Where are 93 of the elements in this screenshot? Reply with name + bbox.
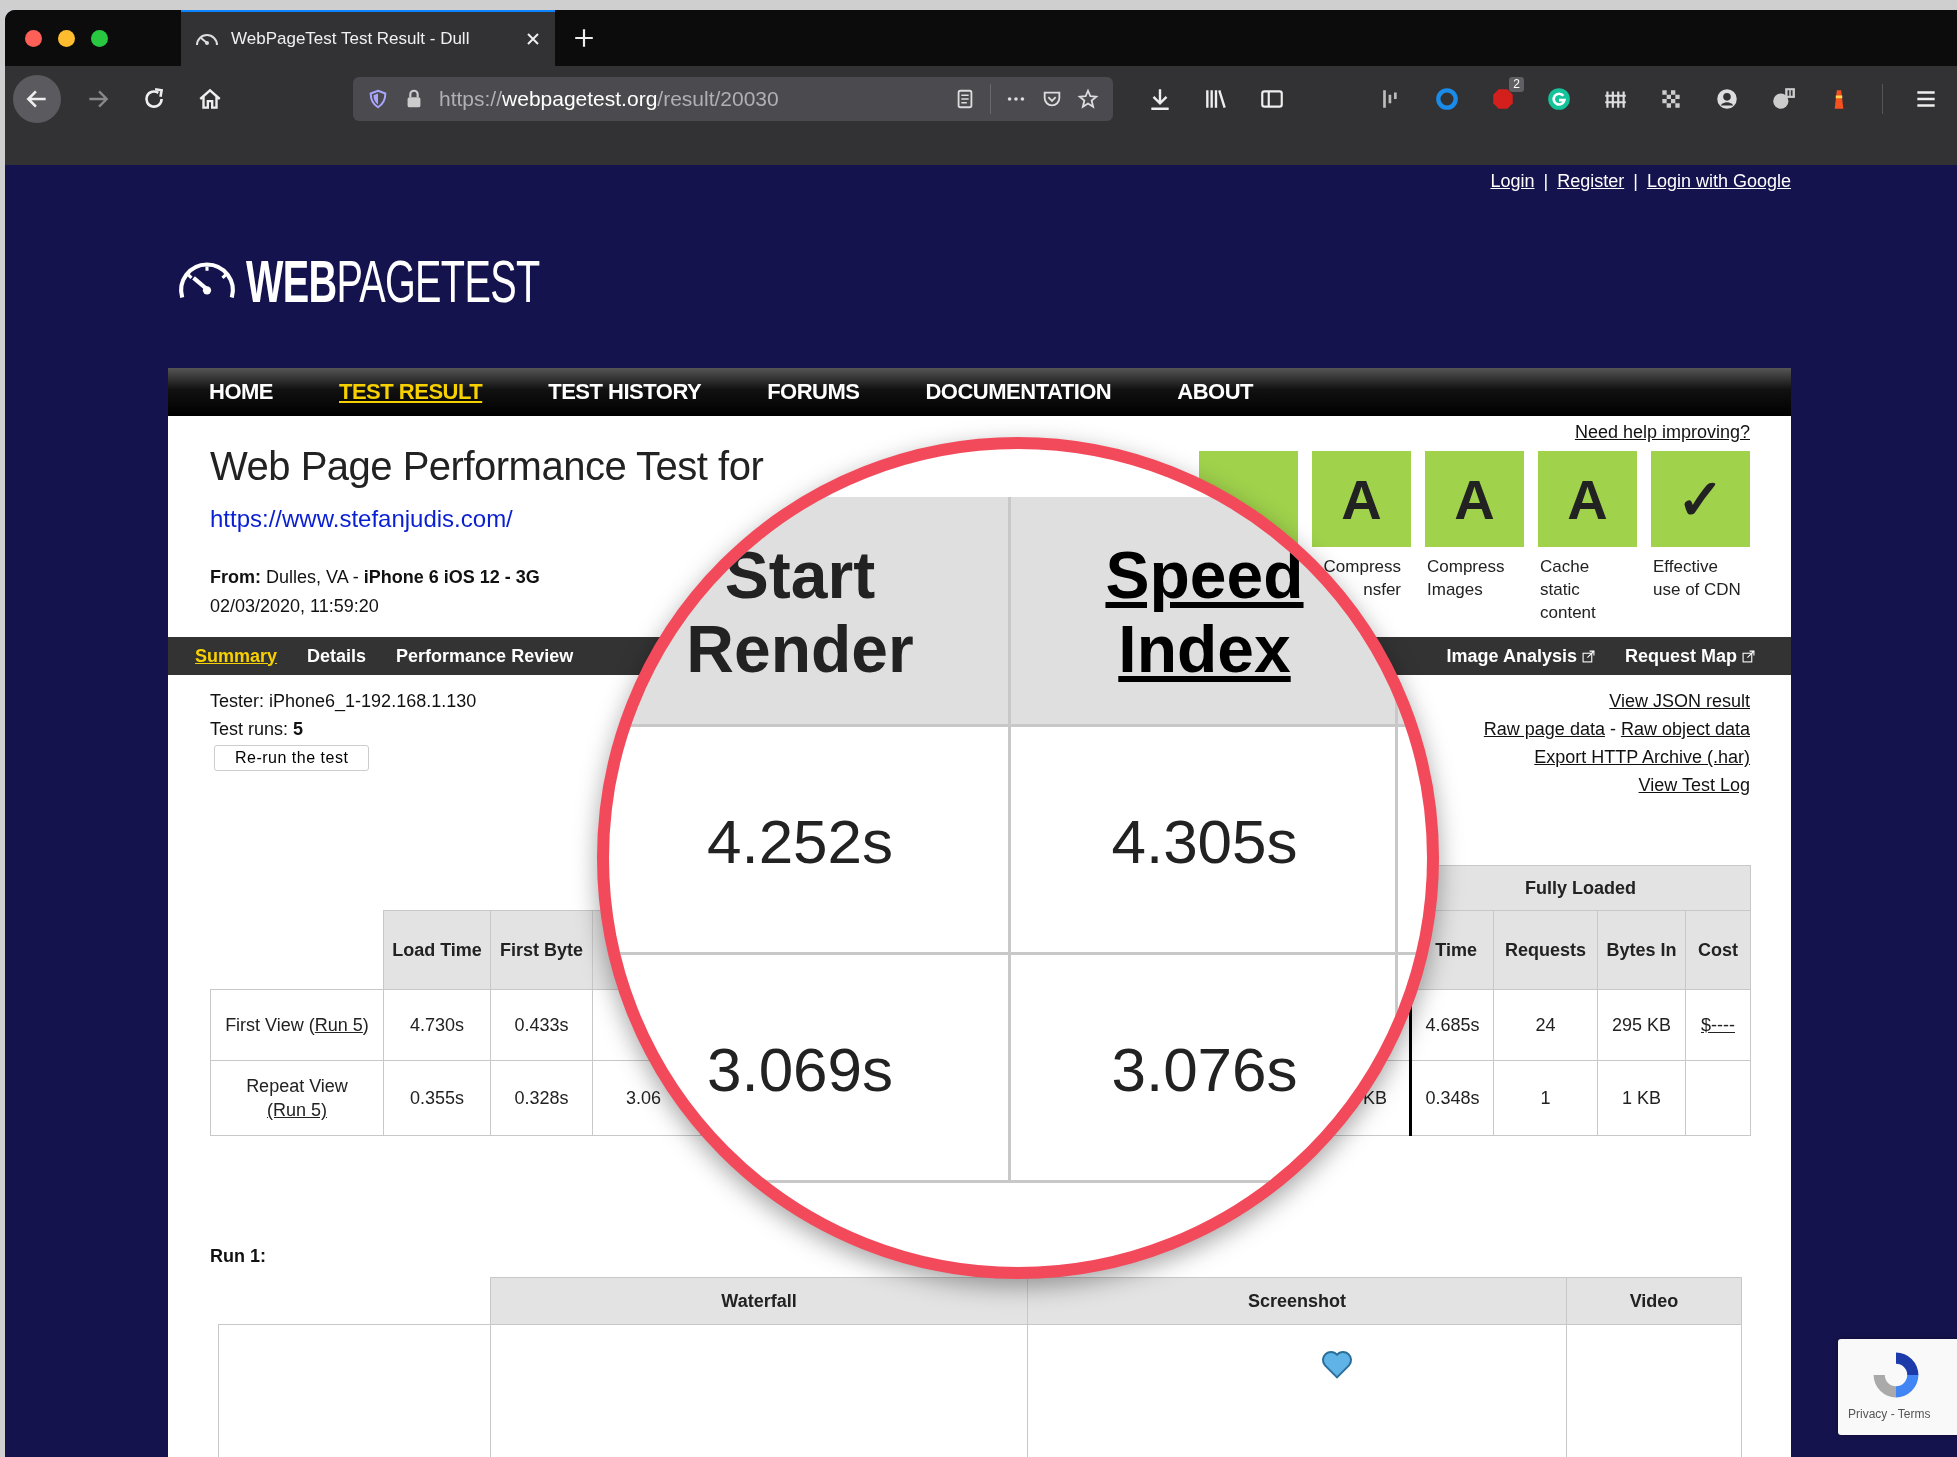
grade-label: Effective (1653, 556, 1719, 578)
sub-nav-link[interactable]: Details (307, 645, 367, 667)
magnified-column-header: Start Render (686, 538, 914, 686)
logo-text: WEBPAGETEST (246, 246, 540, 316)
result-link[interactable]: Raw object data (1620, 715, 1750, 743)
cost-link[interactable]: $---- (1701, 1014, 1735, 1035)
link-separator: | (1633, 171, 1638, 193)
run-link[interactable]: Run 5 (314, 1015, 363, 1035)
nav-link[interactable]: ABOUT (1144, 379, 1286, 405)
account-link[interactable]: Login with Google (1646, 171, 1791, 197)
grade-label: static (1540, 579, 1581, 601)
close-window-button[interactable] (25, 29, 42, 47)
column-header: Waterfall (490, 1277, 1028, 1325)
table-cell: 295 KB (1597, 989, 1686, 1061)
account-link[interactable]: Login (1490, 171, 1535, 197)
magnified-value: 4.252s (706, 805, 894, 877)
nav-link[interactable]: HOME (176, 379, 306, 405)
row-label: Repeat View (Run 5) (210, 1060, 384, 1136)
table-cell: 0.433s (490, 989, 593, 1061)
run-link[interactable]: (Run 5) (267, 1100, 327, 1120)
link-separator: - (1609, 718, 1616, 741)
grade-label: Compress (1323, 556, 1401, 578)
grade-label: Compress (1427, 556, 1506, 578)
column-header: Cost (1685, 910, 1751, 990)
nav-link[interactable]: FORUMS (734, 379, 893, 405)
address-bar[interactable]: https://webpagetest.org/result/20030 (353, 77, 1113, 121)
magnified-value: 3.076s (1111, 1033, 1298, 1105)
sub-nav-link[interactable]: Request Map (1624, 645, 1755, 667)
grade-badge[interactable]: A (1538, 451, 1637, 547)
magnified-value: 3.069s (706, 1033, 894, 1105)
grade-label: content (1540, 602, 1597, 624)
back-button[interactable] (13, 75, 61, 123)
circle-g-icon[interactable] (1546, 86, 1572, 112)
column-header: Bytes In (1597, 910, 1686, 990)
heart-icon (1321, 1349, 1353, 1379)
row-label: First View (Run 5) (210, 989, 384, 1061)
table-cell: 1 (1493, 1060, 1598, 1136)
sub-nav-link[interactable]: Performance Review (396, 645, 574, 667)
result-link[interactable]: Raw page data (1483, 715, 1605, 743)
star-icon[interactable] (1077, 88, 1099, 110)
magnified-column-header[interactable]: Speed Index (1105, 538, 1304, 686)
nav-link[interactable]: TEST RESULT (306, 379, 516, 405)
grade-label: Cache (1540, 556, 1591, 578)
column-header: Load Time (383, 910, 491, 990)
table-cell: 1 KB (1597, 1060, 1686, 1136)
extension-badge: 2 (1509, 77, 1524, 92)
result-link[interactable]: Export HTTP Archive (.har) (1534, 743, 1750, 771)
recaptcha-badge[interactable]: Privacy - Terms (1838, 1339, 1957, 1435)
link-separator: | (1543, 171, 1549, 193)
close-icon[interactable] (525, 31, 541, 47)
result-link[interactable]: View JSON result (1609, 687, 1750, 715)
nav-link[interactable]: TEST HISTORY (515, 379, 735, 405)
home-icon[interactable] (197, 86, 223, 112)
test-date: 02/03/2020, 11:59:20 (210, 596, 379, 617)
grade-label: Images (1427, 579, 1484, 601)
url-text: https://webpagetest.org/result/20030 (439, 87, 779, 111)
grade-badge[interactable]: A (1312, 451, 1411, 547)
pause-icon[interactable] (1770, 86, 1796, 112)
sub-nav-link[interactable]: Summary (195, 645, 278, 667)
grade-badge[interactable]: ✓ (1651, 451, 1750, 547)
magnified-value: 4.305s (1111, 805, 1298, 877)
stop-sign-icon[interactable] (1490, 86, 1516, 112)
table-cell: 24 (1493, 989, 1598, 1061)
shield-icon[interactable] (367, 88, 389, 110)
result-link[interactable]: View Test Log (1638, 771, 1750, 799)
grade-label: nsfer (1363, 579, 1401, 601)
tested-url-link[interactable]: https://www.stefanjudis.com/ (210, 505, 513, 533)
test-runs-text: Test runs: 5 (210, 718, 305, 741)
grade-badge[interactable]: A (1425, 451, 1524, 547)
grade-label: use of CDN (1653, 579, 1742, 601)
account-link[interactable]: Register (1557, 171, 1625, 197)
privacy-terms-text: Privacy - Terms (1848, 1407, 1931, 1421)
ring-icon[interactable] (1434, 86, 1460, 112)
table-cell: 0.328s (490, 1060, 593, 1136)
tester-text: Tester: iPhone6_1-192.168.1.130 (210, 690, 477, 714)
minimize-window-button[interactable] (58, 29, 75, 47)
table-cell: 4.730s (383, 989, 491, 1061)
maximize-window-button[interactable] (91, 29, 108, 47)
browser-tab[interactable]: WebPageTest Test Result - Dull (181, 10, 555, 66)
run-title: Run 1: (210, 1246, 267, 1267)
column-header: Video (1566, 1277, 1742, 1325)
table-cell: 0.355s (383, 1060, 491, 1136)
column-header: Requests (1493, 910, 1598, 990)
test-location: From: Dulles, VA - iPhone 6 iOS 12 - 3G (210, 567, 540, 588)
page-title: Web Page Performance Test for (210, 444, 764, 489)
column-header: First Byte (490, 910, 593, 990)
user-icon[interactable] (1714, 86, 1740, 112)
sub-nav-link[interactable]: Image Analysis (1446, 645, 1595, 667)
rerun-button[interactable]: Re-run the test (214, 745, 370, 771)
plus-icon[interactable] (573, 27, 595, 49)
nav-link[interactable]: DOCUMENTATION (892, 379, 1145, 405)
help-link[interactable]: Need help improving? (1574, 422, 1750, 443)
column-header: Screenshot (1027, 1277, 1567, 1325)
